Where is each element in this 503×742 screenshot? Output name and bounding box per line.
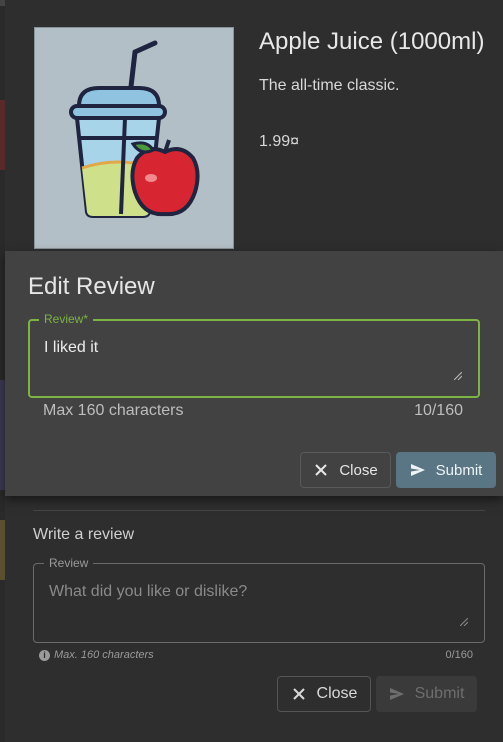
close-icon	[292, 688, 305, 700]
write-review-field-label: Review	[44, 556, 94, 570]
edit-review-field-value: I liked it	[44, 339, 99, 356]
edit-review-submit-label: Submit	[435, 461, 483, 479]
write-review-field[interactable]: Review What did you like or dislike?	[33, 556, 485, 643]
write-review-submit-label: Submit	[414, 685, 465, 702]
write-review-submit-button[interactable]: Submit	[376, 676, 477, 712]
product-title: Apple Juice (1000ml)	[259, 28, 485, 55]
info-icon: i	[39, 649, 50, 661]
edit-review-counter: 10/160	[414, 402, 463, 419]
edit-review-field[interactable]: Review* I liked it	[28, 312, 480, 398]
send-icon	[410, 464, 425, 476]
product-price: 1.99¤	[259, 133, 300, 150]
edit-review-close-button[interactable]: Close	[300, 452, 391, 488]
write-review-counter: 0/160	[445, 649, 473, 661]
edit-review-submit-button[interactable]: Submit	[396, 452, 496, 488]
write-review-close-button[interactable]: Close	[277, 676, 371, 712]
edit-review-field-label: Review*	[39, 312, 94, 326]
edit-review-modal: Edit Review Review* I liked it Max 160 c…	[5, 251, 503, 496]
section-divider	[33, 510, 485, 511]
write-review-hint: i Max. 160 characters	[39, 649, 154, 661]
close-icon	[315, 464, 328, 476]
product-image	[34, 27, 234, 249]
write-review-hint-text: Max. 160 characters	[54, 649, 154, 661]
write-review-title: Write a review	[33, 526, 135, 543]
edit-review-hint: Max 160 characters	[43, 402, 184, 419]
resize-grip-icon[interactable]	[460, 618, 468, 626]
juice-apple-illustration-icon	[69, 40, 200, 218]
send-icon	[389, 688, 404, 700]
product-description: The all-time classic.	[259, 77, 400, 94]
edit-review-close-label: Close	[339, 461, 378, 479]
edit-review-title: Edit Review	[28, 273, 155, 300]
write-review-placeholder: What did you like or dislike?	[49, 583, 248, 600]
write-review-close-label: Close	[316, 685, 358, 702]
resize-grip-icon[interactable]	[454, 372, 462, 380]
